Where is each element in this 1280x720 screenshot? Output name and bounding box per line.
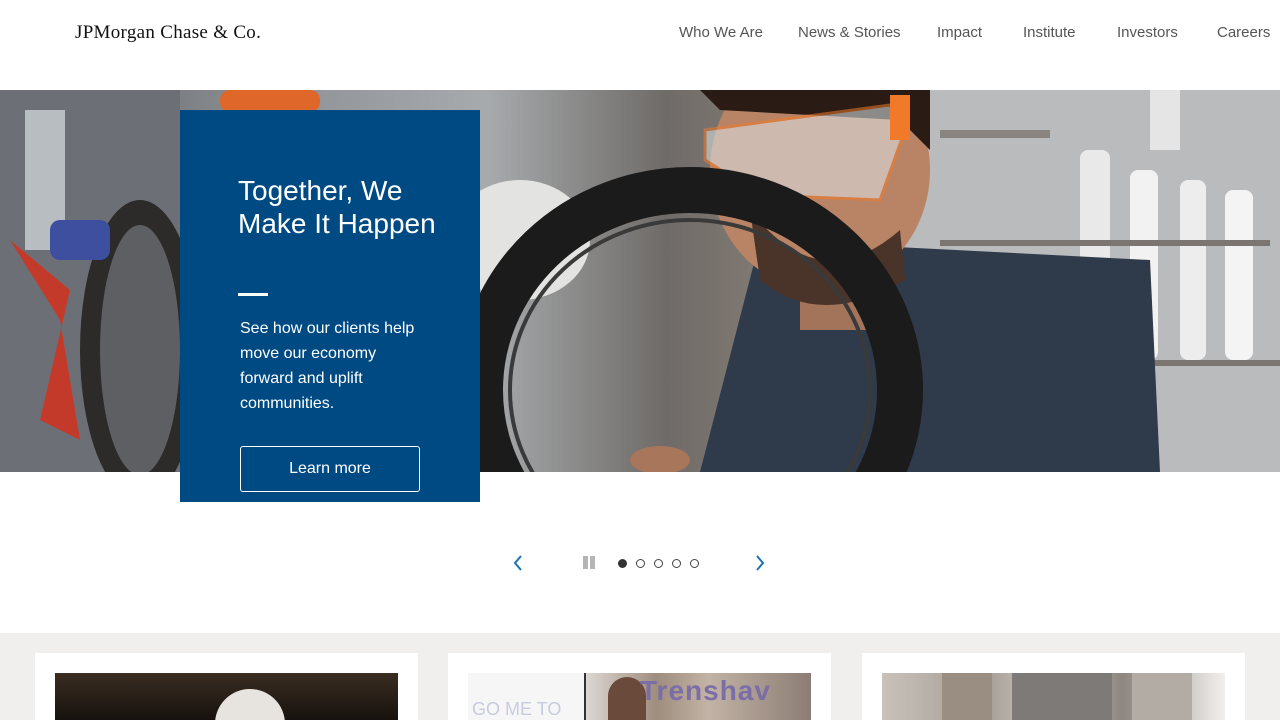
hero-description: See how our clients help move our econom… bbox=[240, 320, 415, 412]
nav-institute[interactable]: Institute bbox=[1023, 24, 1076, 41]
chevron-right-icon[interactable] bbox=[752, 554, 768, 572]
nav-news-stories[interactable]: News & Stories bbox=[798, 24, 901, 41]
story-card-2[interactable]: GO ME TO Trenshav bbox=[448, 653, 831, 720]
hero-promo-panel: Together, We Make It Happen See how our … bbox=[180, 110, 480, 502]
carousel-dot-4[interactable] bbox=[672, 559, 681, 568]
main-nav: Who We Are News & Stories Impact Institu… bbox=[0, 24, 1280, 44]
title-divider bbox=[238, 293, 268, 296]
nav-investors[interactable]: Investors bbox=[1117, 24, 1178, 41]
pause-icon[interactable] bbox=[583, 556, 595, 569]
carousel-dot-2[interactable] bbox=[636, 559, 645, 568]
carousel-controls bbox=[0, 550, 1280, 576]
nav-who-we-are[interactable]: Who We Are bbox=[679, 24, 763, 41]
story-card-2-image: GO ME TO Trenshav bbox=[468, 673, 811, 720]
story-card-1[interactable] bbox=[35, 653, 418, 720]
carousel-dot-1[interactable] bbox=[618, 559, 627, 568]
chevron-left-icon[interactable] bbox=[510, 554, 526, 572]
learn-more-button[interactable]: Learn more bbox=[240, 446, 420, 492]
nav-careers[interactable]: Careers bbox=[1217, 24, 1270, 41]
site-header: JPMorgan Chase & Co. Who We Are News & S… bbox=[0, 0, 1280, 90]
carousel-dot-3[interactable] bbox=[654, 559, 663, 568]
story-card-3[interactable] bbox=[862, 653, 1245, 720]
story-card-1-image bbox=[55, 673, 398, 720]
nav-impact[interactable]: Impact bbox=[937, 24, 982, 41]
story-card-3-image bbox=[882, 673, 1225, 720]
hero-title: Together, We Make It Happen bbox=[238, 175, 436, 239]
carousel-dot-5[interactable] bbox=[690, 559, 699, 568]
